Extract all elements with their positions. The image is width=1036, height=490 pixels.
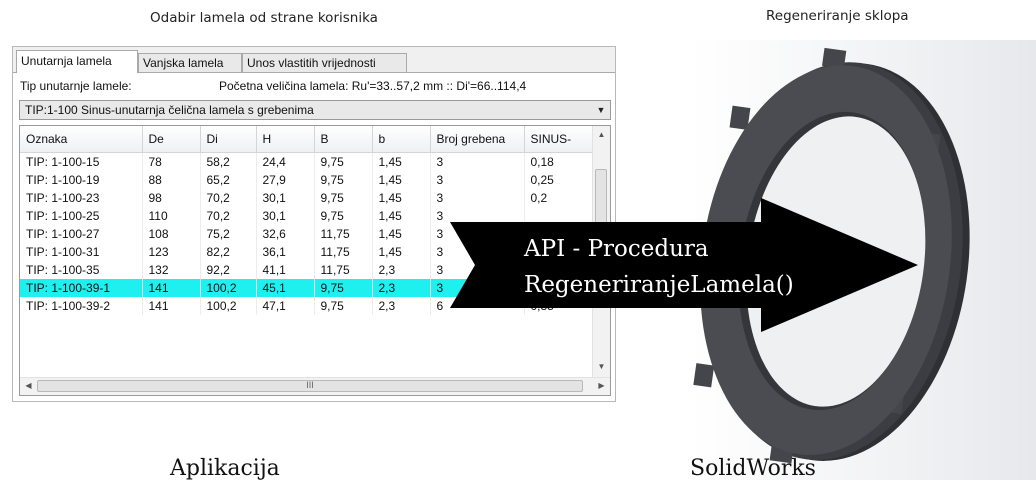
api-procedure-label: API - Procedura <box>524 236 709 262</box>
caption-solidworks: SolidWorks <box>690 456 816 481</box>
api-arrow <box>450 198 918 332</box>
arrow-shape <box>450 198 918 332</box>
api-function-label: RegeneriranjeLamela() <box>524 272 794 298</box>
tab-inner-lamella[interactable]: Unutarnja lamela <box>16 50 138 73</box>
caption-application: Aplikacija <box>170 456 280 481</box>
